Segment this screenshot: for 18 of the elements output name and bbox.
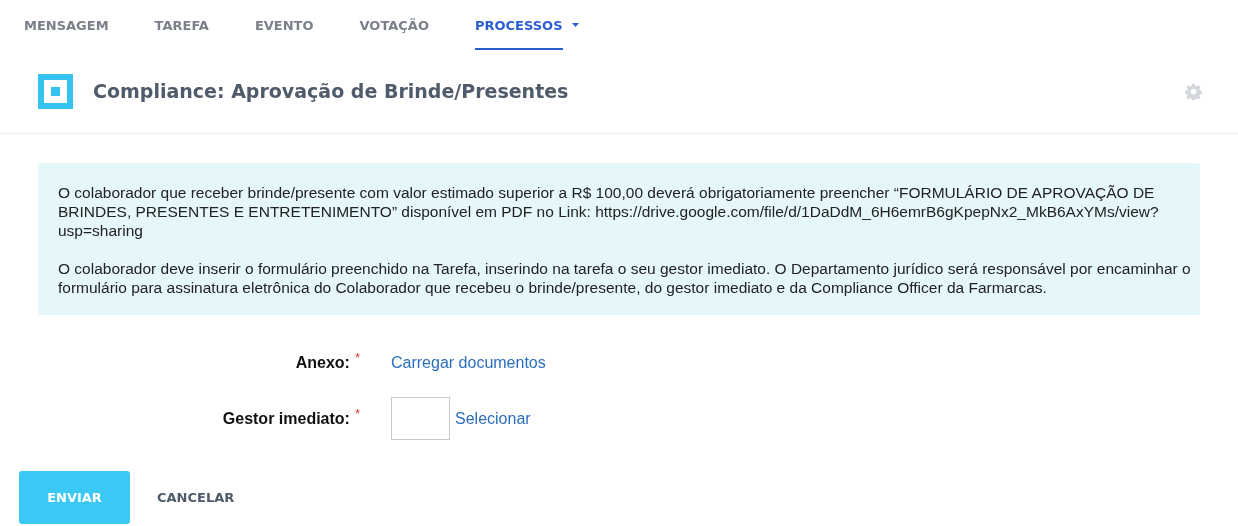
field-label: Gestor imediato: [222,408,350,429]
tab[interactable]: TAREFA [154,16,209,50]
select-link[interactable]: Selecionar [455,406,531,431]
tab[interactable]: EVENTO [254,16,314,50]
field-label: Anexo: [295,353,350,373]
app-logo-icon [38,74,73,109]
info-paragraph: O colaborador deve inserir o formulário preenchido na Tarefa, inserindo na tarefa o seu gestor imediato. O Departamento jurídico será responsável por encaminhar o formulário para assinatura eletrônica do Colaborador que recebeu o brinde/presente, do gestor imediato e da Compliance Officer da Farmarcas. [58,259,1192,297]
info-paragraph: O colaborador que receber brinde/presente com valor estimado superior a R$ 100,00 deverá obrigatoriamente preencher “FORMULÁRIO DE APROVAÇÃO DE BRINDES, PRESENTES E ENTRETENIMENTO” disponível em PDF no Link: https://drive.google.com/file/d/1DaDdM_6H6emrB6gKpepNx2_MkB6AxYMs/view?usp=sharing [58,183,1160,240]
selection-box[interactable] [391,397,450,440]
page-title: Compliance: Aprovação de Brinde/Presentes [93,79,569,105]
cancel-button[interactable]: CANCELAR [145,471,247,524]
tab[interactable]: VOTAÇÃO [359,16,429,50]
upload-link[interactable]: Carregar documentos [391,351,546,375]
required-icon: * [354,351,360,364]
tab[interactable]: MENSAGEM [24,16,109,50]
required-icon: * [354,406,360,420]
settings-icon[interactable] [1185,83,1202,100]
tab[interactable]: PROCESSOS [474,16,579,50]
